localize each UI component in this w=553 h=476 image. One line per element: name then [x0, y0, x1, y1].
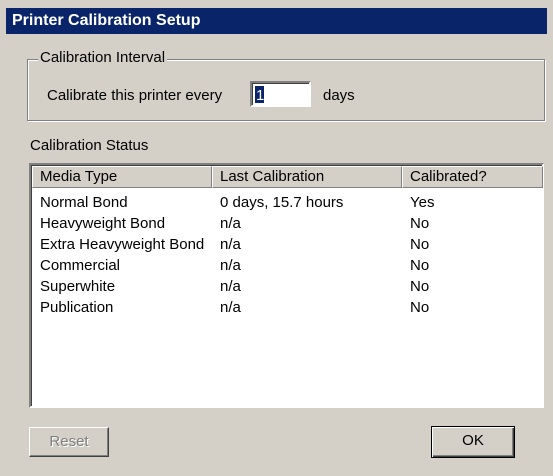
last-calibration-cell: n/a — [220, 257, 241, 274]
interval-prefix-label: Calibrate this printer every — [47, 87, 223, 104]
last-calibration-cell: n/a — [220, 278, 241, 295]
media-type-cell: Heavyweight Bond — [40, 215, 166, 232]
media-type-cell: Superwhite — [40, 278, 116, 295]
calibrated-cell: No — [410, 299, 430, 316]
list-header: Media Type Last Calibration Calibrated? — [32, 166, 543, 188]
column-header-media-type[interactable]: Media Type — [32, 166, 212, 188]
calibrated-cell: No — [410, 278, 430, 295]
calibrated-cell: No — [410, 215, 430, 232]
last-calibration-cell: n/a — [220, 299, 241, 316]
media-type-cell: Publication — [40, 299, 114, 316]
calibrated-cell: No — [410, 236, 430, 253]
media-type-cell: Extra Heavyweight Bond — [40, 236, 205, 253]
interval-days-value: 1 — [256, 87, 265, 104]
calibration-status-label: Calibration Status — [30, 137, 149, 154]
calibration-interval-label: Calibration Interval — [38, 49, 168, 66]
media-type-cell: Commercial — [40, 257, 121, 274]
last-calibration-cell: n/a — [220, 215, 241, 232]
media-type-cell: Normal Bond — [40, 194, 128, 211]
column-header-last-calibration[interactable]: Last Calibration — [212, 166, 402, 188]
window-title: Printer Calibration Setup — [6, 8, 547, 34]
reset-button[interactable]: Reset — [29, 427, 109, 457]
column-header-calibrated[interactable]: Calibrated? — [402, 166, 543, 188]
calibration-status-list[interactable]: Media Type Last Calibration Calibrated? … — [29, 163, 544, 408]
ok-button[interactable]: OK — [431, 426, 515, 458]
interval-suffix-label: days — [323, 87, 355, 104]
last-calibration-cell: 0 days, 15.7 hours — [220, 194, 344, 211]
calibrated-cell: Yes — [410, 194, 435, 211]
calibrated-cell: No — [410, 257, 430, 274]
last-calibration-cell: n/a — [220, 236, 241, 253]
